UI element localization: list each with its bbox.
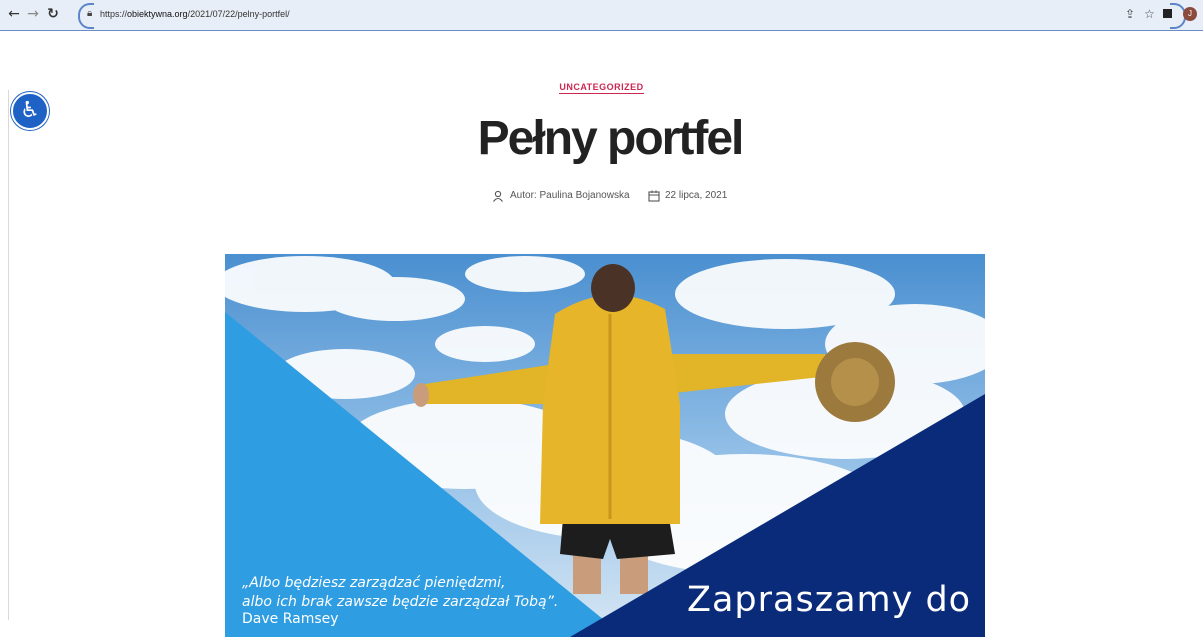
forward-arrow-icon[interactable]: → — [25, 6, 41, 22]
bookmark-star-icon[interactable]: ☆ — [1144, 7, 1155, 21]
calendar-icon — [648, 190, 660, 205]
category-link[interactable]: UNCATEGORIZED — [559, 82, 644, 94]
user-icon — [492, 190, 504, 205]
side-panel-icon[interactable] — [1163, 9, 1172, 18]
post-date[interactable]: 22 lipca, 2021 — [665, 190, 727, 201]
profile-avatar[interactable]: J — [1183, 7, 1197, 21]
post-author[interactable]: Autor: Paulina Bojanowska — [510, 190, 630, 201]
post-title: Pełny portfel — [477, 112, 745, 165]
reload-icon[interactable]: ↻ — [45, 6, 61, 22]
featured-image: „Albo będziesz zarządzać pieniędzmi, alb… — [225, 254, 985, 637]
hero-quote-line: albo ich brak zawsze będzie zarządzał To… — [242, 594, 559, 610]
address-bar-url[interactable]: https://obiektywna.org/2021/07/22/pelny-… — [100, 9, 290, 19]
share-icon[interactable]: ⇪ — [1125, 7, 1135, 21]
lock-icon[interactable]: 🔒︎ — [87, 8, 92, 19]
post-category: UNCATEGORIZED — [0, 82, 1203, 94]
hero-quote-line: „Albo będziesz zarządzać pieniędzmi, — [242, 575, 506, 591]
back-arrow-icon[interactable]: ← — [6, 6, 22, 22]
browser-toolbar: ← → ↻ 🔒︎ https://obiektywna.org/2021/07/… — [0, 0, 1203, 31]
hero-invite-text: Zapraszamy do — [687, 580, 972, 620]
hero-quote-author: Dave Ramsey — [242, 611, 339, 627]
hero-quote: „Albo będziesz zarządzać pieniędzmi, alb… — [242, 574, 558, 612]
